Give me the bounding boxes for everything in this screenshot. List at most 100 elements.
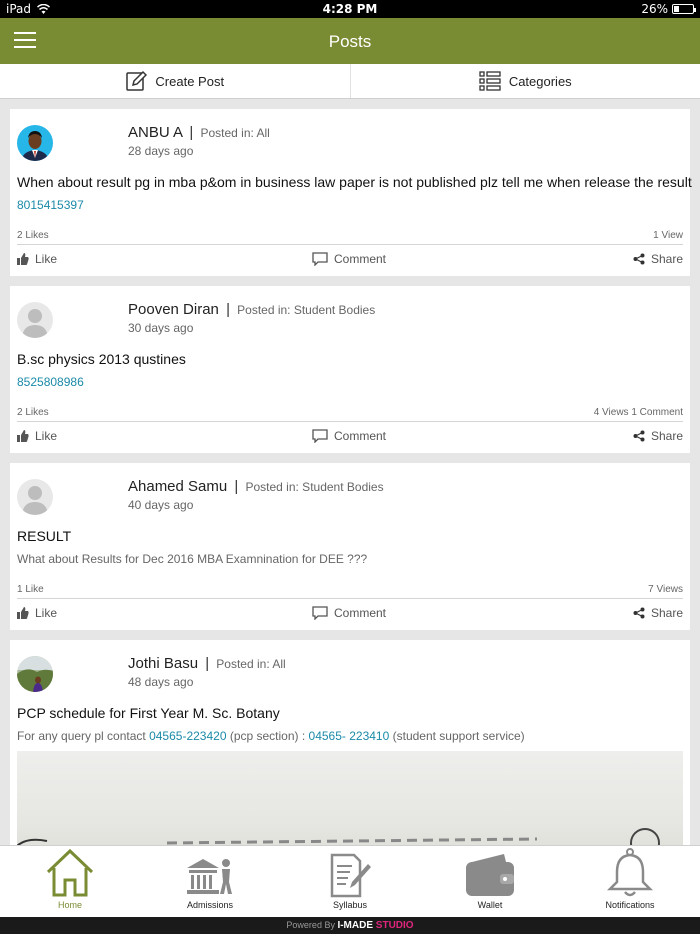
powered-by-footer: Powered By I-MADE STUDIO — [0, 917, 700, 934]
views-count: 7 Views — [648, 584, 683, 595]
likes-count[interactable]: 1 Like — [17, 584, 44, 595]
likes-count[interactable]: 2 Likes — [17, 230, 49, 241]
post-author-line: ANBU A | Posted in: All — [128, 124, 270, 141]
author-name[interactable]: Ahamed Samu — [128, 478, 227, 495]
post-title: RESULT — [17, 528, 72, 544]
create-post-button[interactable]: Create Post — [0, 64, 351, 98]
bottom-tab-bar: Home Admissions Syllabus Wallet Notifica… — [0, 845, 700, 917]
comment-label: Comment — [334, 606, 387, 620]
post-card[interactable]: Pooven Diran | Posted in: Student Bodies… — [10, 286, 690, 453]
like-button[interactable]: Like — [17, 252, 57, 266]
views-count: 4 Views 1 Comment — [593, 407, 683, 418]
syllabus-icon — [330, 853, 371, 898]
thumbs-up-icon — [17, 253, 29, 265]
categories-button[interactable]: Categories — [351, 64, 700, 98]
create-post-label: Create Post — [155, 73, 225, 89]
post-title: When about result pg in mba p&om in busi… — [17, 174, 692, 190]
like-label: Like — [35, 252, 58, 266]
share-icon — [633, 607, 645, 619]
post-time: 30 days ago — [128, 321, 194, 335]
author-separator: | — [234, 478, 239, 495]
post-body[interactable]: 8525808986 — [17, 375, 84, 389]
likes-count[interactable]: 2 Likes — [17, 407, 49, 418]
list-icon — [479, 71, 501, 91]
battery-percent: 26% — [641, 2, 668, 16]
post-stats: 1 Like 7 Views — [17, 584, 683, 595]
page-title: Posts — [328, 32, 372, 51]
posted-in: Posted in: Student Bodies — [245, 480, 384, 494]
body-text: (student support service) — [389, 729, 525, 743]
avatar[interactable] — [17, 656, 53, 692]
comment-button[interactable]: Comment — [312, 252, 386, 266]
post-actions: Like Comment Share — [17, 429, 683, 447]
posts-feed[interactable]: ANBU A | Posted in: All 28 days ago When… — [0, 99, 700, 845]
like-button[interactable]: Like — [17, 606, 57, 620]
divider — [17, 244, 683, 245]
avatar[interactable] — [17, 125, 53, 161]
battery-icon — [672, 4, 696, 14]
tab-label: Admissions — [186, 900, 233, 910]
post-action-bar: Create Post Categories — [0, 64, 700, 99]
home-icon — [46, 848, 94, 897]
share-button[interactable]: Share — [633, 429, 683, 443]
author-separator: | — [205, 655, 210, 672]
tab-notifications[interactable]: Notifications — [560, 846, 700, 917]
share-label: Share — [650, 606, 683, 620]
powered-by-label: Powered By — [286, 920, 338, 930]
post-card[interactable]: ANBU A | Posted in: All 28 days ago When… — [10, 109, 692, 276]
tab-syllabus[interactable]: Syllabus — [280, 846, 420, 917]
post-time: 28 days ago — [128, 144, 194, 158]
share-label: Share — [650, 252, 683, 266]
tab-label: Notifications — [605, 900, 655, 910]
body-text: (pcp section) : — [226, 729, 309, 743]
divider — [17, 421, 683, 422]
post-card[interactable]: Jothi Basu | Posted in: All 48 days ago … — [10, 640, 690, 845]
body-text: For any query pl contact — [17, 729, 150, 743]
share-button[interactable]: Share — [633, 252, 683, 266]
like-button[interactable]: Like — [17, 429, 57, 443]
post-stats: 2 Likes 1 View — [17, 230, 683, 241]
app-header: Posts — [0, 18, 700, 64]
share-icon — [633, 430, 645, 442]
comment-button[interactable]: Comment — [312, 606, 386, 620]
thumbs-up-icon — [17, 430, 29, 442]
like-label: Like — [35, 429, 58, 443]
clock: 4:28 PM — [322, 2, 378, 16]
bell-icon — [606, 848, 654, 897]
brand-logo-studio: STUDIO — [373, 920, 414, 931]
tab-label: Wallet — [477, 900, 503, 910]
tab-label: Syllabus — [332, 900, 368, 910]
tab-admissions[interactable]: Admissions — [140, 846, 280, 917]
avatar[interactable] — [17, 479, 53, 515]
share-button[interactable]: Share — [633, 606, 683, 620]
post-stats: 2 Likes 4 Views 1 Comment — [17, 407, 683, 418]
post-title: B.sc physics 2013 qustines — [17, 351, 186, 367]
post-body: What about Results for Dec 2016 MBA Exam… — [17, 552, 368, 566]
author-separator: | — [189, 124, 194, 141]
share-icon — [633, 253, 645, 265]
brand-logo: I-MADE — [337, 920, 374, 931]
posted-in: Posted in: All — [216, 657, 286, 671]
status-bar: iPad 4:28 PM 26% — [0, 0, 700, 18]
author-name[interactable]: Jothi Basu — [128, 655, 198, 672]
post-attachment-image[interactable] — [17, 751, 683, 845]
posted-in: Posted in: All — [200, 126, 270, 140]
share-label: Share — [650, 429, 683, 443]
avatar[interactable] — [17, 302, 53, 338]
post-title: PCP schedule for First Year M. Sc. Botan… — [17, 705, 280, 721]
edit-icon — [126, 70, 148, 91]
phone-link[interactable]: 04565- 223410 — [309, 729, 390, 743]
post-card[interactable]: Ahamed Samu | Posted in: Student Bodies … — [10, 463, 690, 630]
tab-home[interactable]: Home — [0, 846, 140, 917]
post-actions: Like Comment Share — [17, 252, 683, 270]
comment-button[interactable]: Comment — [312, 429, 386, 443]
posted-in: Posted in: Student Bodies — [237, 303, 376, 317]
author-name[interactable]: Pooven Diran — [128, 301, 219, 318]
post-body: For any query pl contact 04565-223420 (p… — [17, 729, 525, 743]
post-body[interactable]: 8015415397 — [17, 198, 84, 212]
comment-icon — [312, 606, 328, 620]
wallet-icon — [466, 854, 514, 896]
author-name[interactable]: ANBU A — [128, 124, 182, 141]
tab-wallet[interactable]: Wallet — [420, 846, 560, 917]
phone-link[interactable]: 04565-223420 — [149, 729, 226, 743]
